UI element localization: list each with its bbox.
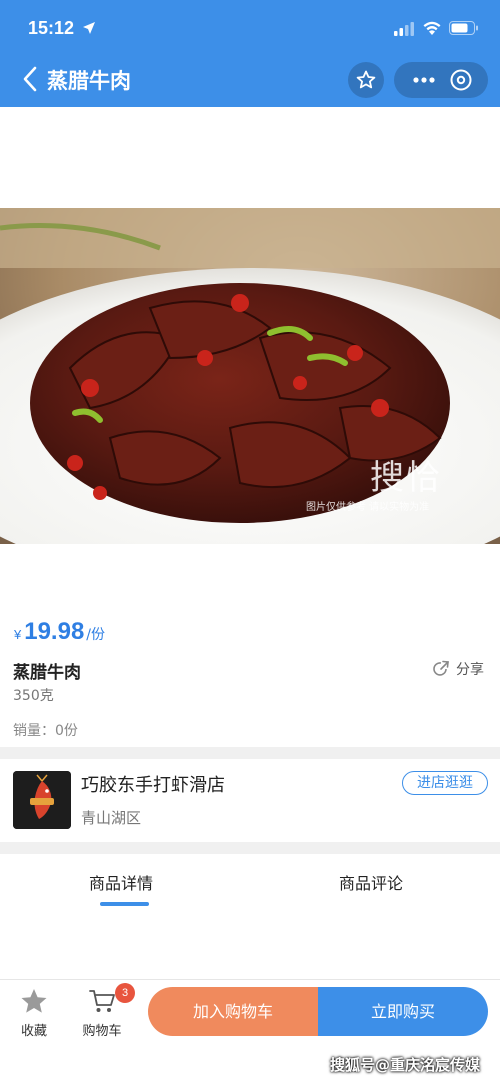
favorite-button[interactable] — [348, 62, 384, 98]
add-to-cart-button[interactable]: 加入购物车 — [148, 987, 318, 1036]
signal-icon — [394, 22, 414, 36]
cart-count-badge: 3 — [115, 983, 135, 1003]
tab-product-reviews[interactable]: 商品评论 — [339, 870, 403, 894]
cart-icon — [89, 990, 115, 1012]
top-bar: 15:12 蒸腊牛肉 — [0, 0, 500, 107]
close-icon[interactable] — [450, 69, 472, 91]
product-weight: 350克 — [13, 688, 54, 704]
more-button[interactable] — [406, 62, 442, 98]
buy-now-button[interactable]: 立即购买 — [318, 987, 488, 1036]
share-button[interactable]: 分享 — [432, 659, 484, 679]
nav-bar: 蒸腊牛肉 — [0, 56, 500, 107]
product-sales: 销量：0份 — [13, 723, 78, 739]
corner-watermark: 搜狐号@重庆洺宸传媒 — [330, 1056, 481, 1074]
wifi-icon — [423, 21, 441, 35]
location-arrow-icon — [83, 22, 95, 34]
product-name: 蒸腊牛肉 — [13, 663, 81, 683]
page-title: 蒸腊牛肉 — [47, 69, 131, 93]
bottom-action-bar: 收藏 购物车 3 加入购物车 立即购买 搜狐号@重庆洺宸传媒 — [0, 979, 500, 1082]
watermark-note: 图片仅供参考 请以实物为准 — [306, 502, 430, 513]
shop-card: 巧胶东手打虾滑店 青山湖区 进店逛逛 — [0, 759, 500, 842]
status-time: 15:12 — [28, 18, 75, 38]
star-icon — [21, 989, 47, 1013]
miniapp-capsule — [394, 62, 488, 98]
page: 15:12 蒸腊牛肉 搜恰 图片仅供参考 请以实物为准 ¥ 19.98 /份 蒸… — [0, 0, 500, 1082]
price-value: 19.98 — [24, 618, 85, 645]
price-unit: /份 — [86, 627, 106, 643]
shrimp-logo-icon — [13, 771, 71, 829]
shop-logo[interactable] — [13, 771, 71, 829]
tab-product-details[interactable]: 商品详情 — [89, 870, 153, 894]
watermark-brand: 搜恰 — [370, 458, 442, 498]
star-icon — [356, 70, 376, 89]
enter-shop-button[interactable]: 进店逛逛 — [402, 771, 488, 795]
price: ¥ 19.98 /份 — [14, 618, 105, 646]
product-image: 搜恰 图片仅供参考 请以实物为准 — [0, 208, 500, 544]
status-bar: 15:12 — [0, 0, 500, 56]
section-divider — [0, 747, 500, 759]
active-tab-indicator — [100, 902, 149, 906]
favorite-label: 收藏 — [20, 1024, 47, 1039]
cart-label: 购物车 — [82, 1024, 122, 1039]
more-dots-icon — [413, 77, 435, 83]
share-icon — [433, 660, 449, 676]
back-arrow-icon[interactable] — [18, 64, 42, 94]
share-label: 分享 — [456, 662, 484, 678]
section-divider — [0, 842, 500, 854]
currency-symbol: ¥ — [14, 627, 22, 642]
cart-button[interactable]: 购物车 3 — [78, 983, 135, 1039]
shop-name[interactable]: 巧胶东手打虾滑店 — [81, 771, 225, 797]
shop-area: 青山湖区 — [81, 809, 142, 827]
bottom-favorite-button[interactable]: 收藏 — [14, 988, 54, 1039]
battery-icon — [449, 21, 478, 35]
